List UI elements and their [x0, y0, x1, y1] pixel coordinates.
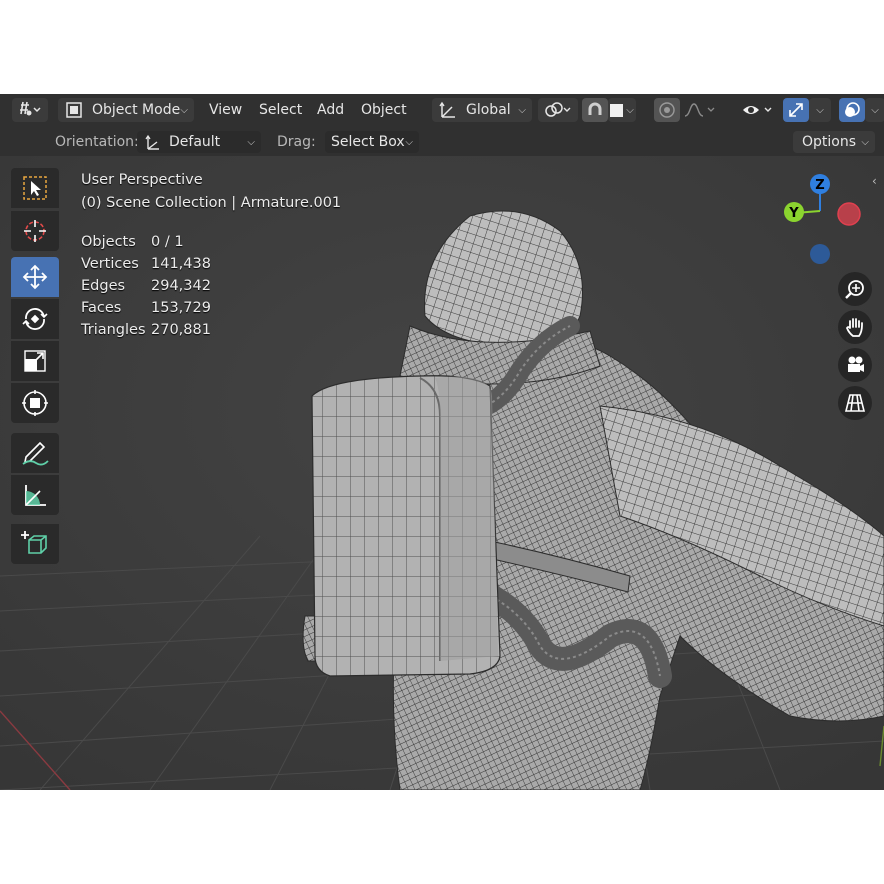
- editor-type-button[interactable]: [12, 98, 48, 122]
- orientation-value: Default: [169, 134, 221, 150]
- pivot-link-icon: [545, 102, 571, 117]
- gizmo-toggle[interactable]: [783, 98, 809, 122]
- stats-row-objects: Objects 0 / 1: [81, 234, 184, 250]
- camera-icon: [848, 356, 864, 372]
- move-tool[interactable]: [11, 257, 59, 297]
- chevron-down-icon: ⌵: [816, 104, 824, 116]
- proportional-edit-icon: [659, 102, 675, 118]
- snap-toggle[interactable]: [582, 98, 608, 122]
- stats-row-triangles: Triangles 270,881: [81, 322, 211, 338]
- menu-object[interactable]: Object: [361, 98, 407, 122]
- perspective-toggle-button[interactable]: [838, 386, 872, 420]
- snap-target-dropdown[interactable]: ⌵: [608, 98, 636, 122]
- menu-add[interactable]: Add: [317, 98, 344, 122]
- orientation-label: Global: [466, 102, 511, 118]
- pivot-point-dropdown[interactable]: [538, 98, 578, 122]
- rotate-icon: [22, 308, 48, 330]
- axis-z-negative-icon[interactable]: [810, 244, 830, 264]
- drag-field-label: Drag:: [277, 134, 316, 150]
- mode-label: Object Mode: [92, 102, 181, 118]
- overlays-toggle[interactable]: [839, 98, 865, 122]
- orientation-dropdown[interactable]: Default ⌵: [137, 131, 261, 153]
- move-icon: [22, 264, 48, 290]
- annotate-tool[interactable]: [11, 433, 59, 473]
- object-mode-icon: [66, 102, 82, 118]
- viewport-stats-overlay: User Perspective (0) Scene Collection | …: [81, 172, 341, 341]
- falloff-curve-icon: [684, 103, 715, 117]
- mode-dropdown[interactable]: Object Mode ⌵: [58, 98, 194, 122]
- chevron-down-icon: ⌵: [861, 136, 869, 148]
- transform-icon: [22, 390, 48, 416]
- proportional-edit-toggle[interactable]: [654, 98, 680, 122]
- chevron-down-icon: ⌵: [626, 104, 634, 116]
- stats-row-vertices: Vertices 141,438: [81, 256, 211, 272]
- transform-orientation-dropdown[interactable]: Global ⌵: [432, 98, 532, 122]
- hand-pan-icon: [846, 318, 863, 337]
- cursor-icon: [24, 220, 46, 242]
- zoom-icon: [845, 280, 864, 299]
- square-icon: [610, 103, 624, 117]
- stats-row-edges: Edges 294,342: [81, 278, 211, 294]
- orientation-axes-icon: [439, 101, 455, 118]
- chevron-down-icon: ⌵: [405, 136, 413, 148]
- falloff-dropdown[interactable]: [680, 98, 720, 122]
- viewport-header: Object Mode ⌵ View Select Add Object Glo…: [0, 94, 884, 126]
- scale-tool[interactable]: [11, 341, 59, 381]
- select-box-tool[interactable]: [11, 168, 59, 208]
- axis-y-label: Y: [788, 206, 799, 221]
- options-label: Options: [802, 134, 857, 150]
- collection-label: (0) Scene Collection | Armature.001: [81, 195, 342, 211]
- eye-icon: [743, 106, 772, 114]
- menu-select[interactable]: Select: [259, 98, 302, 122]
- navigation-gizmo[interactable]: Z Y: [770, 166, 870, 266]
- menu-view[interactable]: View: [209, 98, 242, 122]
- measure-tool[interactable]: [11, 475, 59, 515]
- grid-editor-icon: [20, 101, 41, 116]
- drag-dropdown[interactable]: Select Box ⌵: [325, 131, 419, 153]
- axis-x-negative-icon[interactable]: [837, 202, 861, 226]
- visibility-dropdown[interactable]: [739, 98, 777, 122]
- chevron-down-icon: ⌵: [180, 104, 188, 116]
- chevron-down-icon: ⌵: [518, 104, 526, 116]
- camera-view-button[interactable]: [838, 348, 872, 382]
- scale-icon: [24, 350, 46, 372]
- sidebar-toggle-icon[interactable]: ‹: [872, 174, 884, 194]
- magnet-icon: [588, 102, 602, 115]
- tool-settings-header: Orientation: Default ⌵ Drag: Select Box …: [0, 126, 884, 156]
- rotate-tool[interactable]: [11, 299, 59, 339]
- annotate-icon: [22, 441, 49, 466]
- options-dropdown[interactable]: Options ⌵: [793, 131, 875, 153]
- transform-tool[interactable]: [11, 383, 59, 423]
- chevron-down-icon: ⌵: [871, 104, 879, 116]
- pan-button[interactable]: [838, 310, 872, 344]
- drag-value: Select Box: [331, 134, 405, 150]
- stats-row-faces: Faces 153,729: [81, 300, 211, 316]
- chevron-down-icon: ⌵: [247, 136, 255, 148]
- gizmo-arrows-icon: [789, 103, 803, 117]
- measure-icon: [25, 485, 46, 506]
- overlays-icon: [845, 102, 860, 117]
- view-name: User Perspective: [81, 172, 203, 188]
- 3d-viewport[interactable]: User Perspective (0) Scene Collection | …: [0, 156, 884, 790]
- overlays-dropdown[interactable]: ⌵: [865, 98, 884, 122]
- orientation-field-label: Orientation:: [55, 134, 139, 150]
- blender-window: Object Mode ⌵ View Select Add Object Glo…: [0, 94, 884, 790]
- add-cube-tool[interactable]: [11, 524, 59, 564]
- gizmo-dropdown[interactable]: ⌵: [809, 98, 831, 122]
- cursor-tool[interactable]: [11, 211, 59, 251]
- select-box-icon: [23, 176, 47, 200]
- add-cube-icon: [21, 531, 47, 554]
- orientation-default-icon: [145, 134, 159, 150]
- axis-z-label: Z: [815, 178, 824, 193]
- zoom-button[interactable]: [838, 272, 872, 306]
- grid-perspective-icon: [844, 394, 866, 412]
